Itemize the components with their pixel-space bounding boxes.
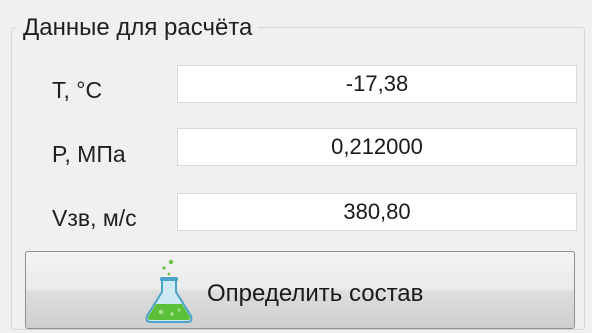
determine-composition-button[interactable]: Определить состав — [25, 251, 575, 329]
pressure-label: P, МПа — [52, 141, 126, 167]
determine-composition-label: Определить состав — [207, 280, 424, 307]
sound-velocity-input[interactable] — [177, 193, 577, 231]
groupbox-title: Данные для расчёта — [17, 12, 259, 44]
sound-velocity-label: Vзв, м/с — [52, 205, 137, 231]
flask-icon — [145, 259, 193, 323]
temperature-label: T, °C — [52, 77, 103, 103]
temperature-input[interactable] — [177, 65, 577, 103]
pressure-input[interactable] — [177, 128, 577, 166]
